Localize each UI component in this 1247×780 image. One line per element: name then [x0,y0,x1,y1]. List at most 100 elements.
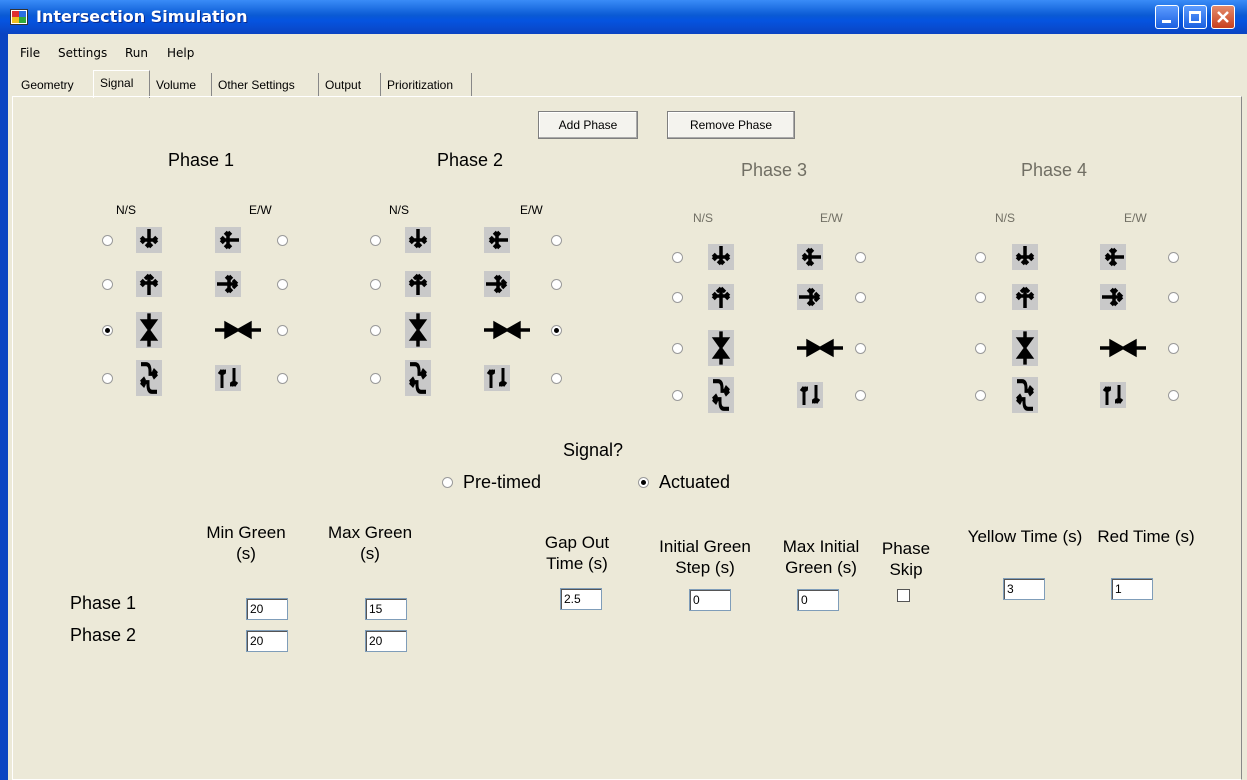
ns-movement-radio[interactable] [102,325,113,336]
tab-other-settings[interactable]: Other Settings [212,73,319,97]
tab-prioritization[interactable]: Prioritization [381,73,472,97]
close-button[interactable] [1211,5,1235,29]
ns-movement-radio[interactable] [672,292,683,303]
ew-movement-radio[interactable] [551,373,562,384]
tab-volume[interactable]: Volume [150,73,212,97]
ew-movement-radio[interactable] [1168,292,1179,303]
ns-movement-radio[interactable] [672,343,683,354]
max-initial-green-header: Max Initial Green (s) [782,537,860,577]
ew-movement-radio[interactable] [855,252,866,263]
ns-movement-radio[interactable] [102,279,113,290]
ns-label: N/S [116,203,137,217]
menu-file[interactable]: File [20,46,40,60]
ns-movement-radio[interactable] [975,343,986,354]
maximize-button[interactable] [1183,5,1207,29]
phase-title: Phase 3 [741,160,808,180]
window-left-border [0,34,8,780]
yellow-time-header: Yellow Time (s) [967,527,1083,546]
app-icon [10,9,28,25]
ew-movement-radio[interactable] [551,235,562,246]
tab-output[interactable]: Output [319,73,381,97]
pretimed-label: Pre-timed [463,472,542,492]
phase-2-max-green-input[interactable]: 20 [365,630,407,652]
phase-skip-checkbox[interactable] [897,589,910,602]
opposing-through-icon [215,317,261,343]
minimize-button[interactable] [1155,5,1179,29]
protected-left-icon [708,377,734,413]
protected-left-icon [484,365,510,391]
ew-movement-radio[interactable] [855,292,866,303]
ns-movement-radio[interactable] [975,252,986,263]
phase-title: Phase 4 [1021,160,1088,180]
protected-left-icon [215,365,241,391]
ew-movement-radio[interactable] [277,373,288,384]
menu-settings[interactable]: Settings [58,46,107,60]
tab-signal[interactable]: Signal [93,70,150,98]
ew-movement-radio[interactable] [855,390,866,401]
ns-movement-radio[interactable] [370,325,381,336]
protected-left-icon [1012,377,1038,413]
yellow-time-input[interactable]: 3 [1003,578,1045,600]
ew-movement-radio[interactable] [1168,252,1179,263]
through-left-icon [1012,284,1038,310]
menu-bar: File Settings Run Help [8,34,1247,64]
menu-run[interactable]: Run [125,46,148,60]
protected-left-icon [797,382,823,408]
all-movements-icon [215,227,241,253]
phase-title: Phase 1 [168,150,235,170]
phase-1-max-green-input[interactable]: 15 [365,598,407,620]
red-time-input[interactable]: 1 [1111,578,1153,600]
ns-movement-radio[interactable] [370,279,381,290]
ns-movement-radio[interactable] [975,390,986,401]
phase-1-min-green-input[interactable]: 20 [246,598,288,620]
phase-1-row-label: Phase 1 [70,593,137,613]
phase-2-min-green-input[interactable]: 20 [246,630,288,652]
actuated-radio[interactable] [638,477,649,488]
ns-movement-radio[interactable] [672,390,683,401]
ns-movement-radio[interactable] [975,292,986,303]
ew-movement-radio[interactable] [277,279,288,290]
through-left-icon [136,271,162,297]
all-movements-icon [405,227,431,253]
ew-movement-radio[interactable] [1168,343,1179,354]
ew-label: E/W [1124,211,1147,225]
ns-label: N/S [995,211,1016,225]
opposing-through-icon [405,312,431,348]
ns-movement-radio[interactable] [672,252,683,263]
ns-movement-radio[interactable] [370,235,381,246]
ew-movement-radio[interactable] [1168,390,1179,401]
close-icon [1217,11,1229,23]
protected-left-icon [405,360,431,396]
phase-skip-header: Phase Skip [881,539,931,579]
protected-left-icon [1100,382,1126,408]
ns-label: N/S [693,211,714,225]
add-phase-button[interactable]: Add Phase [538,111,638,139]
ew-movement-radio[interactable] [551,325,562,336]
ew-movement-radio[interactable] [277,325,288,336]
protected-left-icon [136,360,162,396]
ew-movement-radio[interactable] [277,235,288,246]
opposing-through-icon [1100,335,1146,361]
ew-movement-radio[interactable] [551,279,562,290]
tab-geometry[interactable]: Geometry [15,73,93,97]
window-title: Intersection Simulation [36,7,248,26]
max-initial-green-input[interactable]: 0 [797,589,839,611]
remove-phase-button[interactable]: Remove Phase [667,111,795,139]
all-movements-icon [708,244,734,270]
all-movements-icon [136,227,162,253]
menu-help[interactable]: Help [167,46,194,60]
ew-label: E/W [520,203,543,217]
phase-title: Phase 2 [437,150,504,170]
ew-movement-radio[interactable] [855,343,866,354]
opposing-through-icon [136,312,162,348]
ns-movement-radio[interactable] [102,373,113,384]
initial-green-step-input[interactable]: 0 [689,589,731,611]
gap-out-input[interactable]: 2.5 [560,588,602,610]
ns-label: N/S [389,203,410,217]
ns-movement-radio[interactable] [102,235,113,246]
pretimed-radio[interactable] [442,477,453,488]
ns-movement-radio[interactable] [370,373,381,384]
ew-label: E/W [820,211,843,225]
phase-2-row-label: Phase 2 [70,625,137,645]
all-movements-icon [1100,244,1126,270]
